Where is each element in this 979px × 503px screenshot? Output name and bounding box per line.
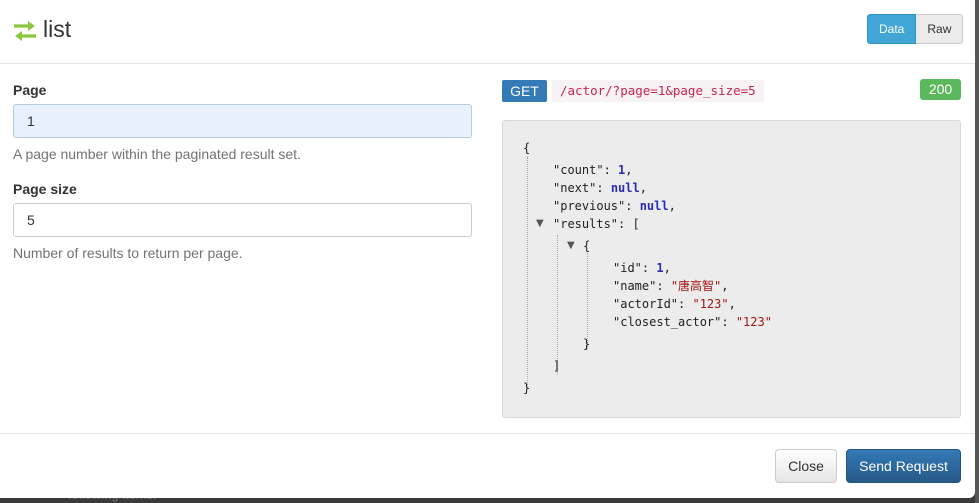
json-line-count: "count": 1, [553,163,633,177]
close-button[interactable]: Close [775,449,837,483]
json-key: "results" [553,217,619,231]
json-value: 1 [656,261,664,275]
http-method-badge: GET [502,80,547,102]
json-item-open: { [583,239,591,253]
json-value: "123" [735,315,772,329]
json-item-close: } [583,337,591,351]
json-line-name: "name": "唐高智", [613,279,729,293]
json-key: "previous" [553,199,626,213]
collapse-results-icon[interactable]: ▼ [536,218,544,229]
json-key: "next" [553,181,597,195]
page-size-label: Page size [13,181,77,197]
json-open-brace: { [523,141,531,155]
page-size-input[interactable]: 5 [13,203,472,237]
json-line-next: "next": null, [553,181,647,195]
modal-title: list [43,16,72,42]
json-bracket: [ [632,217,640,231]
page-input[interactable]: 1 [13,104,472,138]
json-key: "count" [553,163,604,177]
format-toggle: Data Raw [867,14,964,44]
json-key: "name" [613,279,657,293]
modal-header: list Data Raw [0,0,975,64]
send-request-button[interactable]: Send Request [846,449,961,483]
json-value: "唐高智" [670,279,722,293]
json-line-closest-actor: "closest_actor": "123" [613,315,772,329]
request-modal: list Data Raw Page 1 A page number withi… [0,0,975,498]
json-key: "actorId" [613,297,679,311]
indent-guide [557,235,558,375]
page-help-text: A page number within the paginated resul… [13,146,301,162]
json-line-id: "id": 1, [613,261,671,275]
raw-format-button[interactable]: Raw [916,14,964,44]
json-value: "123" [692,297,729,311]
response-body: { "count": 1, "next": null, "previous": … [502,120,961,418]
json-close-brace: } [523,381,531,395]
json-value: null [639,199,669,213]
request-url: /actor/?page=1&page_size=5 [552,80,764,102]
swap-arrows-icon [12,19,38,43]
json-value: 1 [618,163,626,177]
data-format-button[interactable]: Data [867,14,917,44]
page-size-help-text: Number of results to return per page. [13,245,243,261]
backdrop-edge [975,0,979,503]
json-key: "closest_actor" [613,315,722,329]
indent-guide [527,157,528,387]
collapse-item-icon[interactable]: ▼ [567,240,575,251]
json-key: "id" [613,261,642,275]
json-line-previous: "previous": null, [553,199,676,213]
json-line-actorid: "actorId": "123", [613,297,736,311]
json-results-close: ] [553,359,561,373]
status-code-badge: 200 [920,79,961,100]
page-label: Page [13,82,47,98]
json-line-results: "results": [ [553,217,640,231]
json-value: null [610,181,640,195]
